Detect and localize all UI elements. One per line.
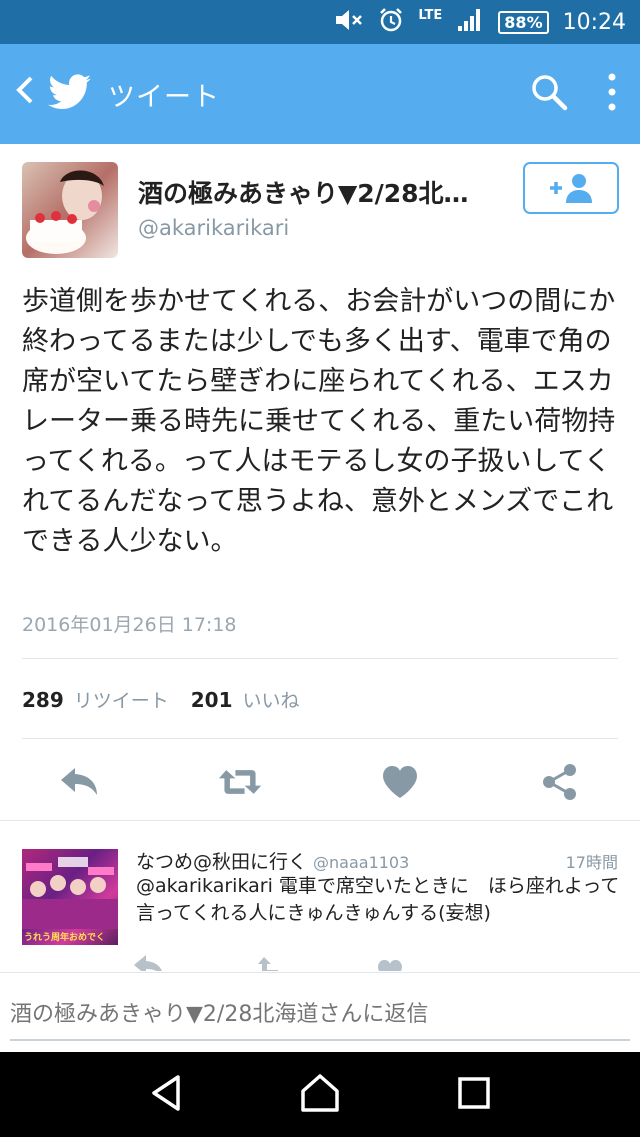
retweet-button[interactable] [218,760,262,804]
twitter-bird-icon [48,74,92,114]
reply-actions [130,955,430,971]
share-icon [543,764,576,800]
back-button[interactable] [2,75,48,113]
tweet-text: 歩道側を歩かせてくれる、お会計がいつの間にか終わってるまたは少しでも多く出す、電… [22,286,616,557]
like-label: いいね [242,690,300,712]
heart-icon [383,766,417,798]
home-icon [301,1073,339,1112]
nav-recents-button[interactable] [456,1075,492,1115]
divider [22,738,618,739]
nav-back-button[interactable] [148,1073,184,1117]
user-handle[interactable]: @akarikarikari [138,216,289,240]
tweet-timestamp: 2016年01月26日 17:18 [22,614,237,636]
search-icon [532,75,568,111]
alarm-icon [378,7,404,37]
nav-back-icon [151,1074,180,1111]
page-title: ツイート [108,81,220,113]
retweet-icon [218,770,262,794]
reply-handle: @naaa1103 [313,853,410,872]
mute-icon [334,8,364,36]
reply-tweet[interactable]: うれう周年おめでく なつめ@秋田に行く @naaa1103 17時間 @akari… [0,820,640,971]
avatar[interactable] [22,162,118,258]
recents-icon [458,1076,491,1109]
reply-text: @akarikarikari 電車で席空いたときに ほら座れよって言ってくれる人… [136,875,620,924]
reply-like-icon [378,960,402,971]
reply-display-name: なつめ@秋田に行く [136,851,308,873]
more-vertical-icon [608,73,616,111]
overflow-menu-button[interactable] [608,73,616,115]
clock: 10:24 [562,9,626,35]
reply-button[interactable] [58,760,102,804]
like-count[interactable]: 201 [191,688,233,712]
search-button[interactable] [530,73,568,115]
retweet-label: リツイート [73,690,169,712]
nav-home-button[interactable] [299,1073,341,1117]
reply-reply-icon [134,955,162,971]
app-bar: ツイート [0,44,640,144]
reply-avatar-caption: うれう周年おめでく [24,933,106,943]
divider [22,658,618,659]
reply-author[interactable]: なつめ@秋田に行く @naaa1103 [136,847,409,874]
reply-avatar[interactable]: うれう周年おめでく [22,849,118,945]
add-user-icon [550,174,592,203]
system-navigation-bar [0,1052,640,1137]
reply-avatar-photo [22,857,118,929]
network-type: LTE [418,7,443,23]
status-bar: LTE 88% 10:24 [0,0,640,44]
like-button[interactable] [378,760,422,804]
reply-retweet-icon [258,957,278,971]
avatar-photo [26,170,104,254]
follow-button[interactable] [523,162,619,214]
tweet-stats: 289 リツイート 201 いいね [22,686,300,713]
reply-timestamp: 17時間 [565,853,618,872]
reply-composer [0,972,640,1052]
signal-icon [456,7,484,37]
back-arrow-icon [16,76,33,104]
reply-input[interactable] [10,989,630,1041]
share-button[interactable] [538,760,582,804]
retweet-count[interactable]: 289 [22,688,64,712]
battery-indicator: 88% [498,10,549,34]
reply-icon [61,768,97,795]
user-display-name[interactable]: 酒の極みあきゃり▼2/28北… [138,174,498,210]
tweet-actions [0,760,640,804]
